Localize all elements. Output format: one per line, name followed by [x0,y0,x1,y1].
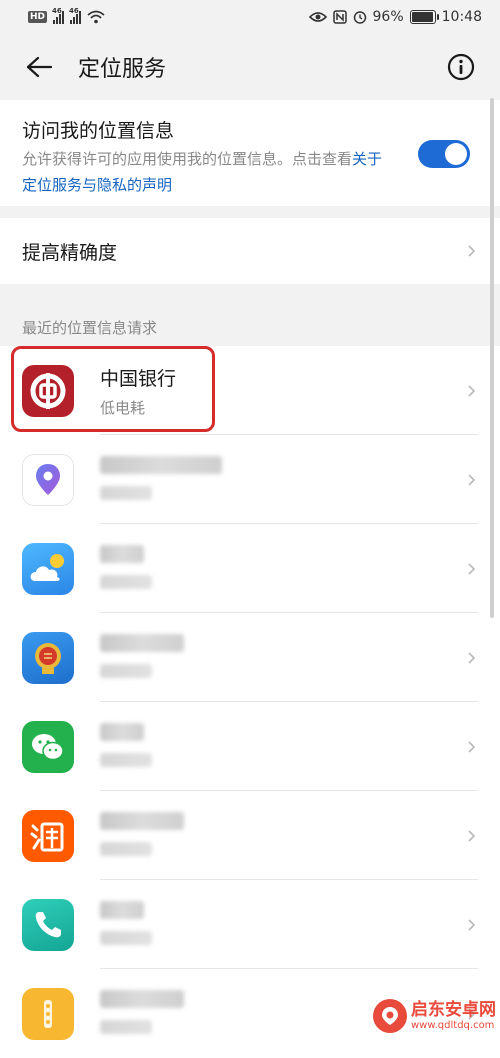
recent-requests-header: 最近的位置信息请求 [0,294,500,346]
improve-accuracy-item[interactable]: 提高精确度 [0,218,500,284]
chevron-right-icon [468,740,476,753]
scrollbar[interactable] [490,98,494,618]
alarm-icon [353,11,366,24]
app-name-redacted [100,989,184,1008]
app-sub-redacted [100,574,152,589]
battery-percent: 96% [372,9,404,25]
app-sub-redacted [100,485,152,500]
app-name-redacted [100,722,144,741]
file-manager-icon [22,987,74,1040]
watermark-logo-icon [373,999,407,1033]
list-item-taobao[interactable] [0,791,500,880]
back-button[interactable] [24,52,54,82]
status-bar: HD 46 46 96% 10:48 [0,0,500,34]
info-button[interactable] [446,52,476,82]
watermark-title: 启东安卓网 [411,1000,496,1021]
info-icon [447,53,475,81]
list-item-map[interactable] [0,435,500,524]
eye-icon [308,12,327,22]
bank-of-china-icon [22,364,74,417]
taobao-icon [22,809,74,862]
signal-icon: 46 [52,7,65,24]
arrow-left-icon [26,56,52,78]
phone-icon [22,898,74,951]
app-name-redacted [100,811,184,830]
list-item-phone[interactable] [0,880,500,969]
chevron-right-icon [468,473,476,486]
app-name: 中国银行 [100,367,177,390]
app-name-redacted [100,455,222,474]
list-item-wechat[interactable] [0,702,500,791]
chevron-right-icon [468,829,476,842]
recent-requests-list: 中国银行 低电耗 [0,346,500,1058]
tax-emblem-icon [22,631,74,684]
chevron-right-icon [468,918,476,931]
app-name-redacted [100,633,184,652]
location-access-description: 允许获得许可的应用使用我的位置信息。点击查看关于定位服务与隐私的声明 [22,150,383,194]
list-item-tax[interactable] [0,613,500,702]
page-title: 定位服务 [78,57,167,82]
battery-icon [409,10,439,24]
wechat-icon [22,720,74,773]
location-access-title: 访问我的位置信息 [22,120,175,142]
app-sub-redacted [100,663,152,678]
improve-accuracy-label: 提高精确度 [22,241,118,264]
app-sub-redacted [100,930,152,945]
list-item-bank-of-china[interactable]: 中国银行 低电耗 [0,346,500,435]
map-pin-icon [22,453,74,506]
app-sub-redacted [100,841,152,856]
wifi-icon [87,10,105,24]
app-sub-redacted [100,1019,152,1034]
app-name-redacted [100,900,144,919]
watermark: 启东安卓网 www.qdltdq.com [373,999,496,1033]
chevron-right-icon [468,245,476,257]
location-access-card: 访问我的位置信息 允许获得许可的应用使用我的位置信息。点击查看关于定位服务与隐私… [0,100,500,206]
nfc-icon [332,10,347,24]
app-header: 定位服务 [0,34,500,100]
chevron-right-icon [468,384,476,397]
app-name-redacted [100,544,144,563]
clock: 10:48 [441,9,482,25]
app-sub-redacted [100,752,152,767]
location-access-toggle[interactable] [418,140,470,168]
chevron-right-icon [468,651,476,664]
hd-icon: HD [28,11,48,23]
signal-icon-2: 46 [69,7,82,24]
watermark-url: www.qdltdq.com [411,1019,495,1031]
chevron-right-icon [468,562,476,575]
list-item-weather[interactable] [0,524,500,613]
weather-icon [22,542,74,595]
app-power-usage: 低电耗 [100,398,146,417]
